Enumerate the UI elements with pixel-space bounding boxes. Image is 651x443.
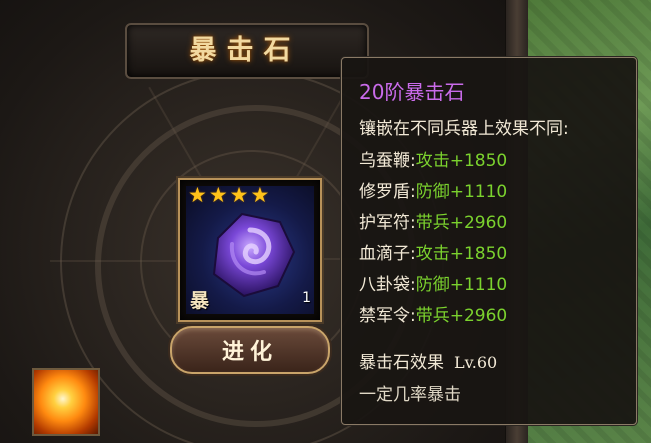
tooltip-title: 20阶暴击石 xyxy=(359,80,465,104)
evolve-button[interactable]: 进化 xyxy=(170,326,330,374)
stat-bonus: 带兵+2960 xyxy=(415,213,508,233)
effect-name: 暴击石效果 xyxy=(359,353,444,373)
effect-row: 禁军令:带兵+2960 xyxy=(359,306,508,326)
stat-bonus: 防御+1110 xyxy=(415,182,508,202)
stat-bonus: 防御+1110 xyxy=(415,275,508,295)
gem-tooltip: 20阶暴击石 镶嵌在不同兵器上效果不同: 乌蚕鞭:攻击+1850 修罗盾:防御+… xyxy=(341,57,637,425)
effect-row: 护军符:带兵+2960 xyxy=(359,213,508,233)
weapon-name: 护军符 xyxy=(359,213,410,233)
effect-level: Lv.60 xyxy=(454,353,498,372)
effect-row: 修罗盾:防御+1110 xyxy=(359,182,508,202)
stat-bonus: 带兵+2960 xyxy=(415,306,508,326)
weapon-name: 禁军令 xyxy=(359,306,410,326)
effect-row: 乌蚕鞭:攻击+1850 xyxy=(359,151,508,171)
tooltip-intro: 镶嵌在不同兵器上效果不同: xyxy=(359,119,569,139)
effect-row: 血滴子:攻击+1850 xyxy=(359,244,508,264)
effect-summary: 暴击石效果 Lv.60 xyxy=(359,348,497,373)
gem-count: 1 xyxy=(302,290,311,306)
weapon-name: 八卦袋 xyxy=(359,275,410,295)
stat-bonus: 攻击+1850 xyxy=(415,151,508,171)
weapon-name: 血滴子 xyxy=(359,244,410,264)
effect-row: 八卦袋:防御+1110 xyxy=(359,275,508,295)
weapon-name: 乌蚕鞭 xyxy=(359,151,410,171)
explosion-icon[interactable] xyxy=(32,368,100,436)
panel-title: 暴击石 xyxy=(189,35,301,66)
gem-type-label: 暴 xyxy=(190,290,210,312)
effect-description: 一定几率暴击 xyxy=(359,385,461,405)
weapon-name: 修罗盾 xyxy=(359,182,410,202)
stat-bonus: 攻击+1850 xyxy=(415,244,508,264)
crit-gem-icon xyxy=(212,212,296,298)
gem-item-slot[interactable]: ★ ★ ★ ★ 暴 1 xyxy=(178,178,322,322)
